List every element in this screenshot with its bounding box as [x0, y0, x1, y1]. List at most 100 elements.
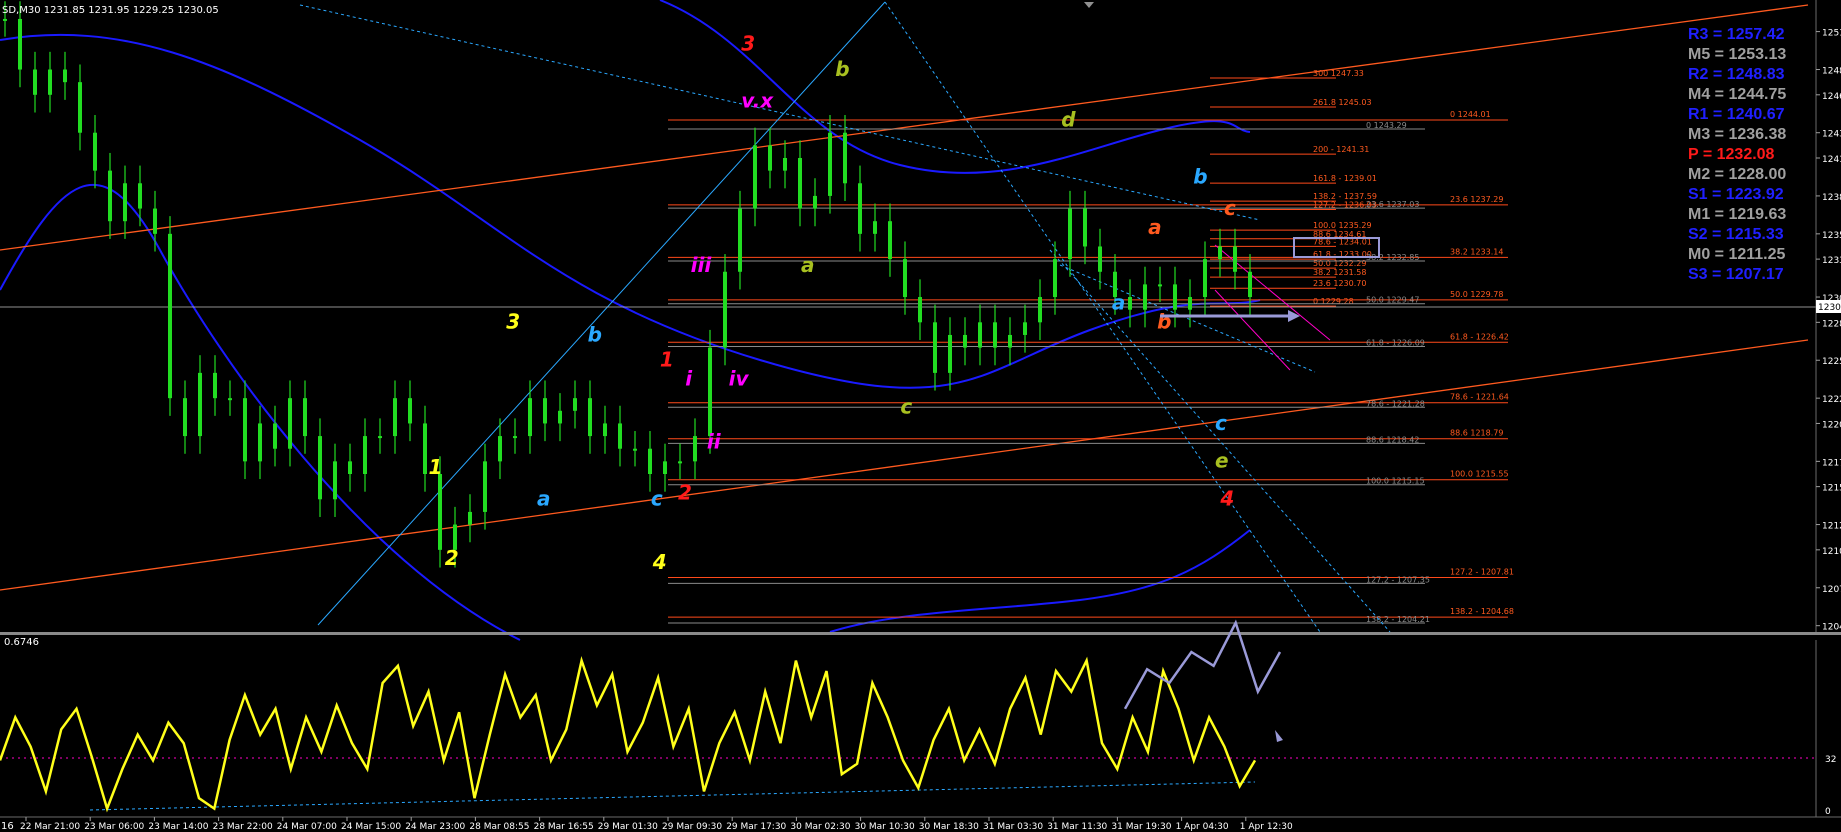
- price-tick-label: 1207: [1822, 585, 1841, 595]
- pivot-label: R1 = 1240.67: [1688, 106, 1785, 123]
- candle-body: [468, 511, 472, 525]
- wave-label: ii: [707, 430, 722, 454]
- candle-body: [423, 423, 427, 474]
- wave-label: b: [1193, 164, 1207, 188]
- pivot-label: M3 = 1236.38: [1688, 126, 1786, 143]
- wave-label: 4: [652, 550, 667, 574]
- time-tick-label: 29 Mar 17:30: [726, 822, 786, 832]
- time-tick-label: 30 Mar 02:30: [790, 822, 850, 832]
- fib-grey-label: 138.2 - 1204.21: [1366, 615, 1430, 624]
- pivot-label: P = 1232.08: [1688, 146, 1775, 163]
- candle-body: [1218, 246, 1222, 260]
- candle-body: [48, 69, 52, 95]
- panel-separator[interactable]: [0, 632, 1841, 635]
- fib-right-label: 0 1244.01: [1450, 110, 1491, 119]
- price-tick-label: 1210: [1822, 547, 1841, 557]
- wave-label: a: [537, 487, 551, 511]
- fib-right-label: 88.6 1218.79: [1450, 429, 1503, 438]
- fib-right-label: 23.6 1237.29: [1450, 195, 1503, 204]
- candle-body: [273, 423, 277, 449]
- candle-body: [1083, 208, 1087, 247]
- price-tick-label: 1228: [1822, 319, 1841, 329]
- price-tick-label: 1243: [1822, 130, 1841, 140]
- fib-right-label: 100.0 1215.55: [1450, 470, 1509, 479]
- candle-body: [978, 322, 982, 348]
- pivot-label: M4 = 1244.75: [1688, 86, 1786, 103]
- fib-grey-label: 23.6 1237.03: [1366, 200, 1419, 209]
- fib-grey-label: 61.8 - 1226.09: [1366, 338, 1425, 347]
- candle-body: [738, 208, 742, 272]
- fib-right-label: 38.2 1233.14: [1450, 247, 1503, 256]
- fib-grey-label: 127.2 - 1207.35: [1366, 575, 1430, 584]
- candle-body: [33, 69, 37, 95]
- candle-body: [483, 461, 487, 512]
- candle-body: [348, 461, 352, 474]
- candle-body: [1203, 259, 1207, 298]
- candle-body: [963, 334, 967, 348]
- pivot-label: S3 = 1207.17: [1688, 266, 1784, 283]
- candle-body: [153, 208, 157, 234]
- time-tick-label: 28 Mar 16:55: [534, 822, 594, 832]
- pivot-label: R3 = 1257.42: [1688, 26, 1785, 43]
- candle-body: [393, 398, 397, 437]
- candle-body: [498, 436, 502, 462]
- candle-body: [1233, 246, 1237, 272]
- candle-body: [63, 69, 67, 83]
- candle-body: [798, 158, 802, 209]
- time-tick-label: 29 Mar 01:30: [598, 822, 658, 832]
- fib-grey-label: 88.6 1218.42: [1366, 435, 1419, 444]
- candle-body: [678, 461, 682, 464]
- fib-left-label: 0 1229.28: [1313, 297, 1354, 306]
- time-tick-label: 30 Mar 10:30: [855, 822, 915, 832]
- candle-body: [573, 398, 577, 411]
- candle-body: [1158, 284, 1162, 287]
- fib-right-label: 78.6 - 1221.64: [1450, 393, 1509, 402]
- candle-body: [618, 423, 622, 449]
- time-tick-label: 1 Apr 12:30: [1240, 822, 1293, 832]
- wave-label: c: [900, 394, 912, 418]
- trading-chart: 300 1247.33261.8 1245.03200 - 1241.31161…: [0, 0, 1841, 832]
- candle-body: [723, 271, 727, 348]
- wave-label: 4: [1219, 487, 1234, 511]
- price-tick-label: 1233: [1822, 256, 1841, 266]
- wave-label: c: [651, 487, 663, 511]
- candle-body: [918, 297, 922, 323]
- price-tick-label: 1220: [1822, 420, 1841, 430]
- candle-body: [753, 145, 757, 209]
- corner-label: 16: [1, 821, 14, 832]
- candle-body: [1248, 271, 1252, 298]
- fib-left-label: 300 1247.33: [1313, 69, 1364, 78]
- candle-body: [768, 145, 772, 171]
- candle-body: [1098, 246, 1102, 272]
- candle-body: [528, 398, 532, 437]
- wave-label: i: [685, 367, 693, 391]
- fib-left-label: 23.6 1230.70: [1313, 279, 1366, 288]
- price-tick-label: 1235: [1822, 231, 1841, 241]
- pivot-label: S2 = 1215.33: [1688, 226, 1784, 243]
- time-tick-label: 23 Mar 14:00: [148, 822, 208, 832]
- wave-label: c: [1224, 196, 1236, 220]
- wave-label: b: [588, 322, 602, 346]
- time-tick-label: 28 Mar 08:55: [469, 822, 529, 832]
- wave-label: 2: [445, 546, 459, 570]
- price-tick-label: 1246: [1822, 92, 1841, 102]
- wave-label: c: [1215, 411, 1227, 435]
- candle-body: [1038, 297, 1042, 323]
- fib-right-label: 61.8 - 1226.42: [1450, 332, 1509, 341]
- candle-body: [1053, 259, 1057, 298]
- time-tick-label: 31 Mar 03:30: [983, 822, 1043, 832]
- current-price-label: 1230: [1818, 303, 1841, 313]
- time-tick-label: 30 Mar 18:30: [919, 822, 979, 832]
- candle-body: [258, 423, 262, 462]
- candle-body: [693, 436, 697, 462]
- wave-label: b: [1157, 310, 1171, 334]
- candle-body: [513, 436, 517, 439]
- fib-grey-label: 100.0 1215.15: [1366, 477, 1425, 486]
- pivot-label: M5 = 1253.13: [1688, 46, 1786, 63]
- candle-body: [948, 334, 952, 373]
- candle-body: [648, 448, 652, 474]
- fib-grey-label: 50.0 1229.47: [1366, 296, 1419, 305]
- candle-body: [633, 448, 637, 451]
- price-tick-label: 1248: [1822, 67, 1841, 77]
- wave-label: v.x: [741, 88, 774, 112]
